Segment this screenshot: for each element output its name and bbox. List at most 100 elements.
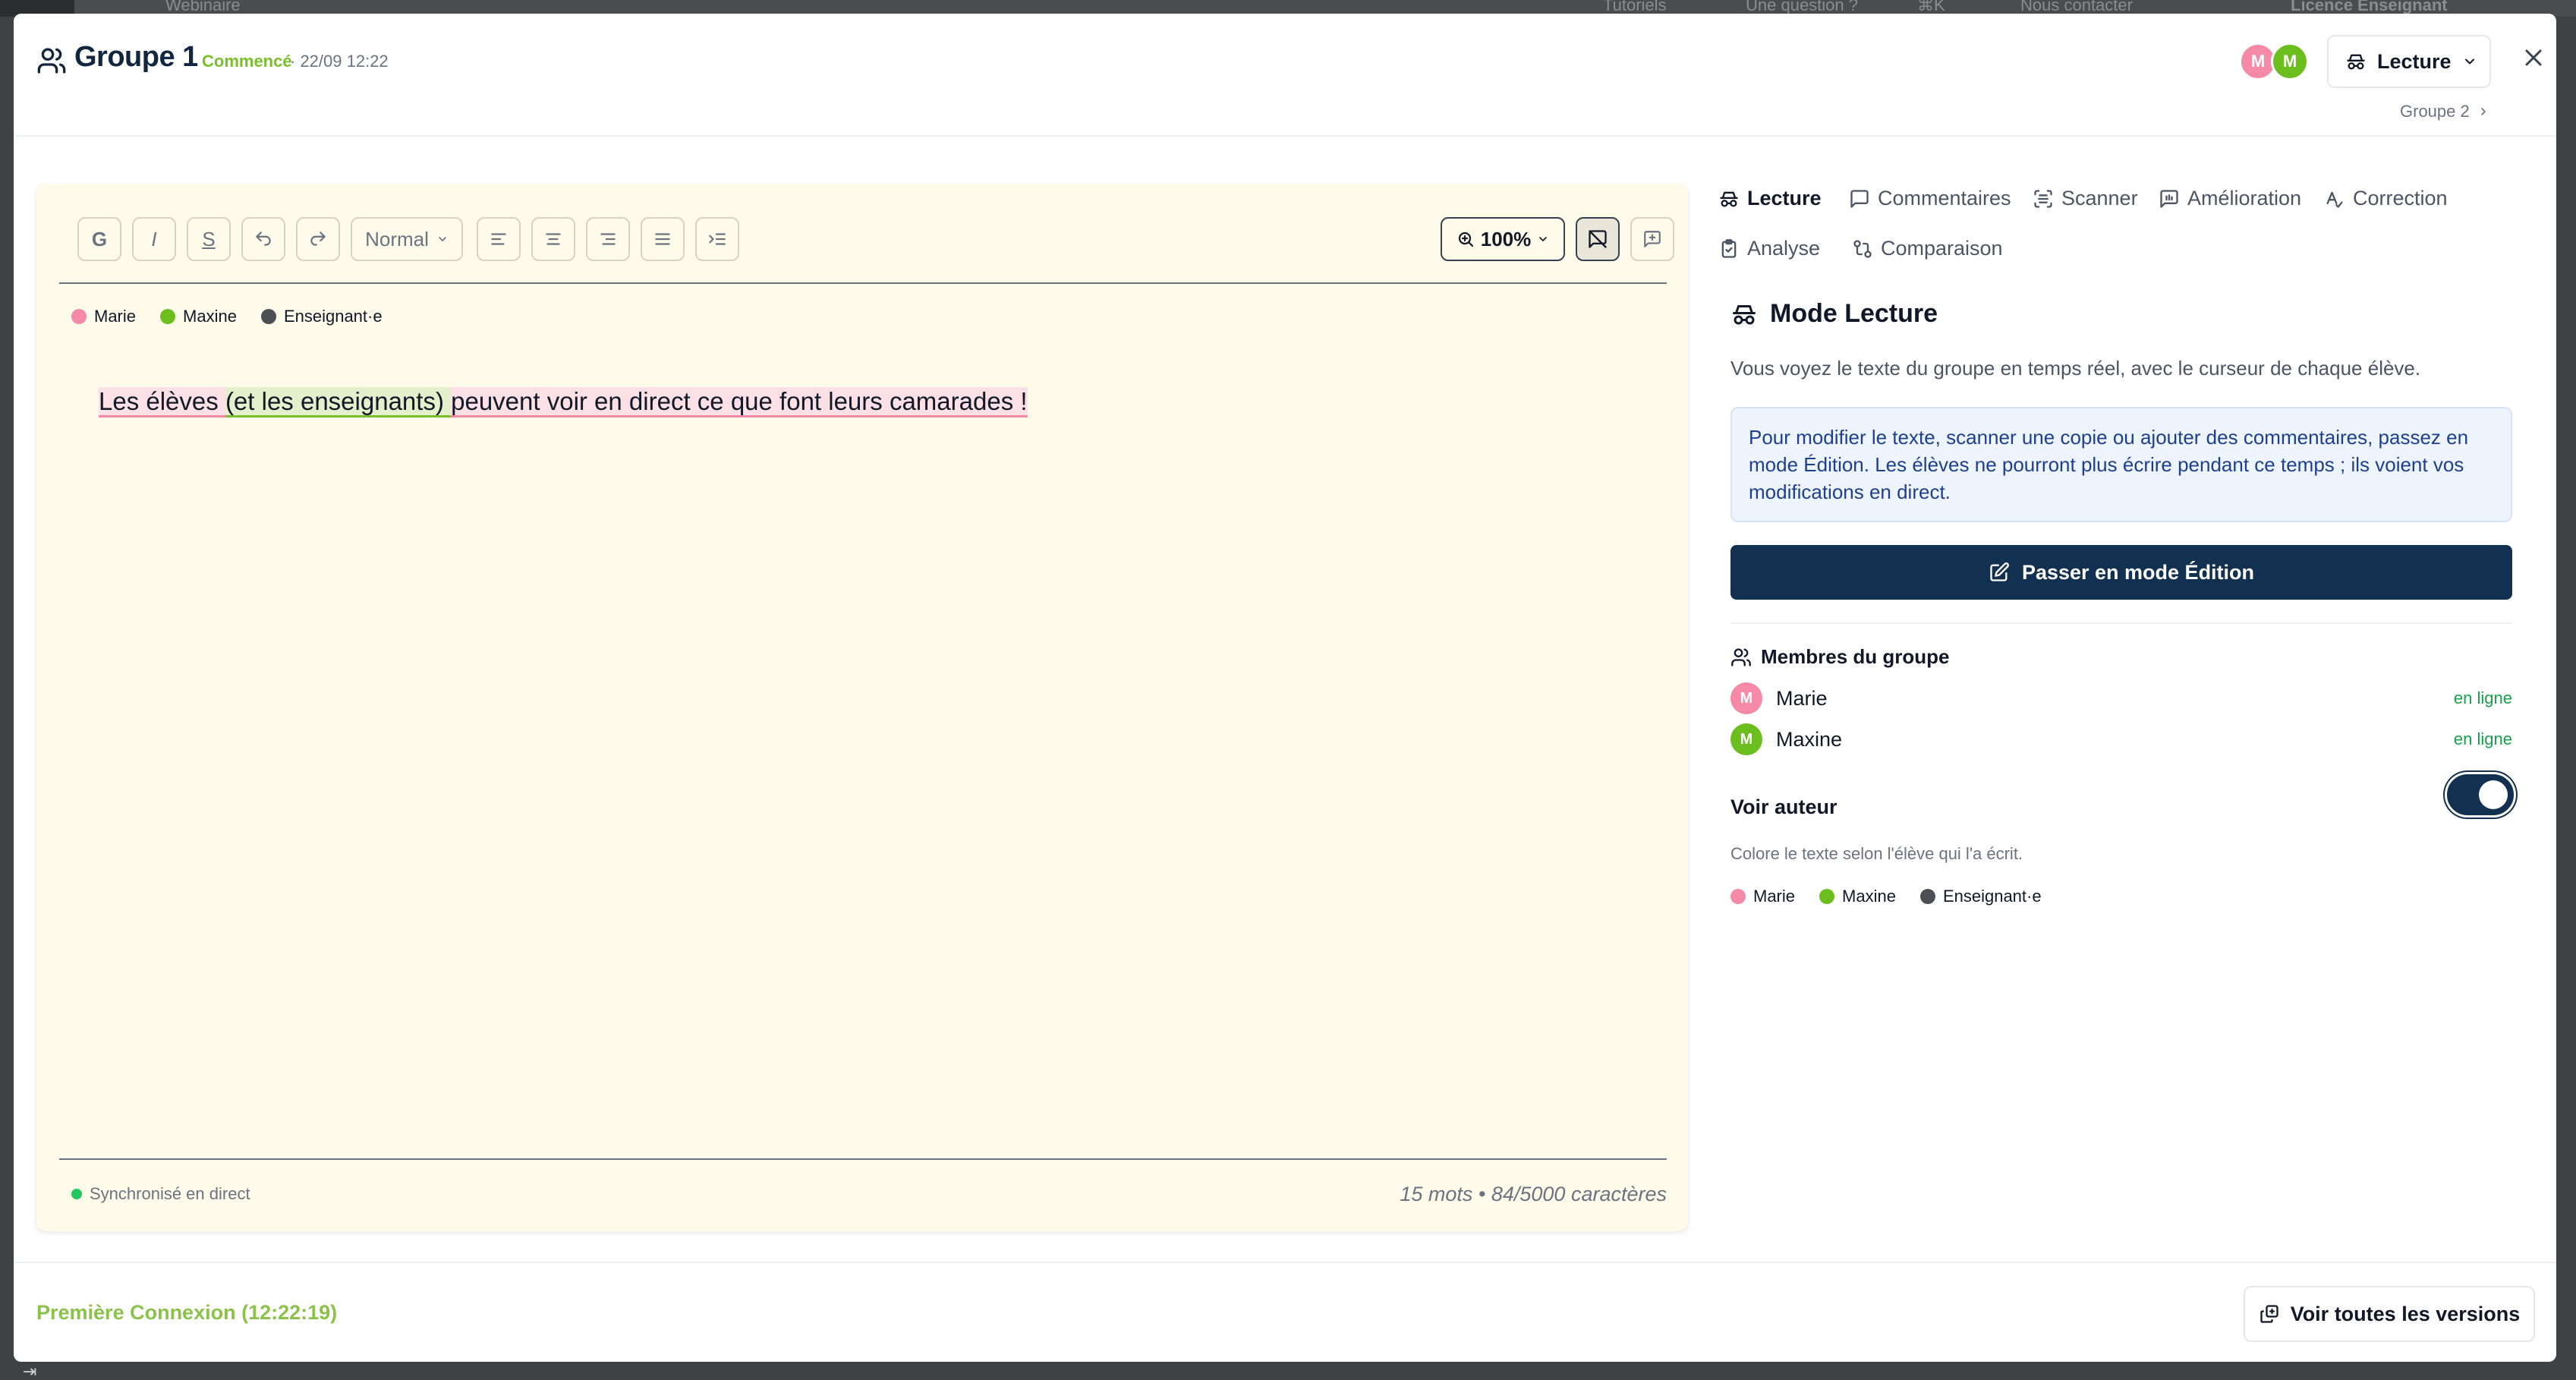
align-left-button[interactable] (477, 217, 521, 261)
voir-auteur-description: Colore le texte selon l'élève qui l'a éc… (1730, 844, 2023, 863)
tab-commentaires[interactable]: Commentaires (1849, 187, 2011, 210)
paragraph-style-select[interactable]: Normal (351, 217, 463, 261)
text-segment-marie[interactable]: Les élèves (99, 387, 225, 417)
italic-button[interactable]: I (132, 217, 176, 261)
group-modal: Groupe 1 Commencé · 22/09 12:22 M M Lect… (14, 14, 2556, 1362)
redo-button[interactable] (296, 217, 340, 261)
undo-button[interactable] (241, 217, 285, 261)
legend-label: Marie (1753, 887, 1796, 906)
avatar-maxine[interactable]: M (2271, 43, 2309, 80)
bg-contact: Nous contacter (2020, 0, 2133, 14)
chevron-down-icon (439, 237, 446, 241)
tab-label: Commentaires (1878, 187, 2011, 210)
logout-icon: ⇥ (23, 1362, 37, 1380)
next-group-label: Groupe 2 (2400, 102, 2470, 121)
redo-icon (310, 232, 326, 246)
strike-button[interactable]: S (187, 217, 231, 261)
modal-footer: Première Connexion (12:22:19) Voir toute… (14, 1262, 2556, 1362)
bg-question: Une question ? (1746, 0, 1858, 14)
tab-comparaison[interactable]: Comparaison (1852, 237, 2003, 260)
tab-scanner[interactable]: Scanner (2033, 187, 2138, 210)
tab-analyse[interactable]: Analyse (1718, 237, 1820, 260)
member-status: en ligne (2453, 688, 2512, 707)
legend-dot (260, 309, 276, 324)
edit-mode-button[interactable]: Passer en mode Édition (1730, 545, 2512, 600)
members-title-label: Membres du groupe (1761, 645, 1950, 668)
hide-comments-button[interactable] (1576, 217, 1620, 261)
spy-icon (2347, 54, 2365, 70)
tab-amelioration[interactable]: Amélioration (2159, 187, 2301, 210)
edit-mode-label: Passer en mode Édition (2021, 560, 2255, 584)
legend-dot (71, 309, 87, 324)
legend-label: Marie (94, 307, 137, 326)
comment-off-icon (1589, 230, 1607, 248)
member-name: Maxine (1776, 727, 1843, 751)
legend-dot (160, 309, 176, 324)
comment-plus-icon (1644, 231, 1661, 247)
improve-icon (2160, 189, 2178, 208)
start-date: · 22/09 12:22 (290, 52, 389, 71)
zoom-select[interactable]: 100% (1441, 217, 1565, 261)
legend-item-enseignant: Enseignant·e (260, 307, 383, 326)
comment-icon (1850, 189, 1869, 208)
avatar: M (1730, 682, 1762, 714)
align-justify-icon (655, 233, 670, 245)
versions-icon (2260, 1305, 2278, 1323)
legend-item-maxine: Maxine (1819, 887, 1896, 906)
zoom-value: 100% (1480, 227, 1532, 250)
panel-title-label: Mode Lecture (1770, 299, 1938, 328)
close-button[interactable] (2520, 44, 2547, 71)
legend-dot (1819, 889, 1835, 904)
legend-label: Maxine (183, 307, 237, 326)
tab-lecture[interactable]: Lecture (1718, 187, 1822, 210)
panel-author-legend: Marie Maxine Enseignant·e (1730, 887, 2058, 906)
align-right-icon (600, 233, 616, 245)
toolbar-divider (59, 282, 1667, 284)
text-editor: G I S Normal 100% Marie Maxine Enseignan… (36, 184, 1688, 1231)
modal-header: Groupe 1 Commencé · 22/09 12:22 M M Lect… (14, 14, 2556, 137)
text-segment-marie[interactable]: peuvent voir en direct ce que font leurs… (451, 387, 1028, 417)
align-justify-button[interactable] (641, 217, 685, 261)
legend-label: Enseignant·e (283, 307, 383, 326)
zoom-in-icon (1458, 232, 1473, 247)
first-connection: Première Connexion (12:22:19) (36, 1301, 338, 1324)
clipboard-icon (1721, 238, 1737, 258)
panel-description: Vous voyez le texte du groupe en temps r… (1730, 357, 2421, 380)
legend-item-marie: Marie (1730, 887, 1795, 906)
text-segment-maxine[interactable]: (et les enseignants) (225, 387, 452, 417)
tab-label: Comparaison (1881, 237, 2003, 260)
bold-button[interactable]: G (77, 217, 121, 261)
edit-icon (1990, 562, 2009, 581)
toggle-knob (2479, 780, 2508, 809)
next-group-link[interactable]: Groupe 2 (2400, 102, 2489, 121)
status-badge: Commencé (202, 52, 292, 71)
align-right-button[interactable] (586, 217, 630, 261)
indent-icon (709, 233, 726, 245)
member-name: Marie (1776, 686, 1828, 710)
undo-icon (256, 232, 271, 246)
sync-label: Synchronisé en direct (90, 1184, 250, 1203)
voir-auteur-toggle[interactable] (2447, 774, 2514, 815)
versions-label: Voir toutes les versions (2290, 1302, 2521, 1325)
users-icon (37, 48, 66, 74)
close-icon (2525, 49, 2542, 66)
mode-select[interactable]: Lecture (2327, 35, 2491, 88)
tab-correction[interactable]: Correction (2324, 187, 2448, 210)
info-notice: Pour modifier le texte, scanner une copi… (1730, 407, 2512, 522)
align-center-button[interactable] (531, 217, 575, 261)
tab-label: Scanner (2061, 187, 2138, 210)
sync-dot (71, 1189, 82, 1199)
legend-item-marie: Marie (71, 307, 136, 326)
panel-title: Mode Lecture (1730, 299, 1938, 329)
correction-icon (2326, 191, 2343, 208)
legend-label: Enseignant·e (1942, 887, 2042, 906)
versions-button[interactable]: Voir toutes les versions (2244, 1286, 2535, 1342)
align-center-icon (546, 233, 561, 245)
panel-divider (1730, 622, 2512, 624)
members-title: Membres du groupe (1730, 645, 1949, 669)
legend-label: Maxine (1842, 887, 1896, 906)
indent-button[interactable] (695, 217, 739, 261)
legend-dot (1919, 889, 1935, 904)
editor-content[interactable]: Les élèves (et les enseignants) peuvent … (99, 387, 1028, 417)
add-comment-button[interactable] (1630, 217, 1674, 261)
